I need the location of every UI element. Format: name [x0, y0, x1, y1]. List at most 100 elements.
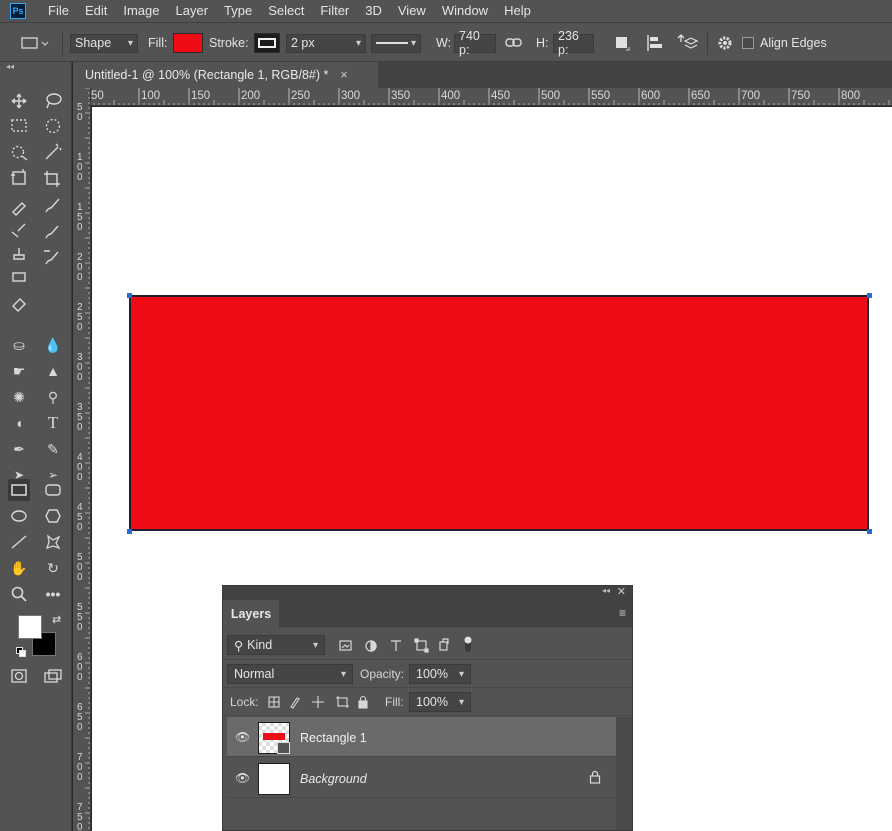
opacity-value: 100%: [416, 667, 448, 681]
ruler-label: 300: [341, 90, 360, 102]
layers-scrollbar[interactable]: [616, 717, 632, 830]
stroke-label: Stroke:: [209, 36, 249, 50]
path-operations-button[interactable]: [612, 33, 632, 53]
foreground-color-swatch[interactable]: [18, 615, 42, 639]
sponge-tool[interactable]: ✺: [8, 386, 30, 408]
settings-button[interactable]: [716, 33, 734, 53]
path-alignment-icon: [647, 35, 662, 51]
close-panel-icon[interactable]: ✕: [617, 585, 626, 598]
menu-3d[interactable]: 3D: [357, 0, 390, 22]
kind-filter-select[interactable]: ⚲ Kind ▾: [227, 635, 325, 655]
layer-row-rectangle-1[interactable]: 👁 Rectangle 1: [227, 717, 616, 757]
transform-handle[interactable]: [127, 293, 132, 298]
stroke-type-select[interactable]: ▾: [371, 33, 421, 53]
stroke-width-field[interactable]: 2 px ▾: [286, 33, 366, 53]
dodge-tool[interactable]: ⚲: [42, 386, 64, 408]
collapse-panel-icon[interactable]: ◂◂: [602, 586, 610, 595]
hand-tool[interactable]: ✋: [8, 557, 30, 579]
zoom-tool[interactable]: [8, 583, 30, 605]
ruler-label: 50: [91, 90, 104, 102]
more-tools-button[interactable]: •••: [42, 583, 64, 605]
document-tab[interactable]: Untitled-1 @ 100% (Rectangle 1, RGB/8#) …: [73, 62, 378, 88]
stroke-icon: [254, 33, 280, 53]
filter-toggle[interactable]: [463, 634, 473, 654]
menu-window[interactable]: Window: [434, 0, 496, 22]
ruler-label: 450: [77, 502, 83, 533]
gear-icon: [718, 36, 732, 50]
pen-icon: ✒: [13, 440, 25, 457]
transform-handle[interactable]: [867, 293, 872, 298]
ruler-label: 750: [791, 90, 810, 102]
ellipse-tool[interactable]: [8, 505, 30, 527]
blur-tool[interactable]: 💧: [42, 334, 64, 356]
fill-field[interactable]: 100% ▾: [409, 692, 471, 712]
height-field[interactable]: 236 p:: [553, 29, 594, 57]
menu-view[interactable]: View: [390, 0, 434, 22]
align-edges-label: Align Edges: [760, 36, 827, 50]
link-dimensions-button[interactable]: [505, 33, 523, 53]
curvature-pen-tool[interactable]: ✎: [42, 438, 64, 460]
visibility-eye-icon[interactable]: 👁: [235, 771, 250, 785]
pen-tool[interactable]: ✒: [8, 438, 30, 460]
polygon-tool[interactable]: [42, 505, 64, 527]
ruler-label: 500: [77, 552, 83, 583]
burn-tool[interactable]: ◖: [8, 412, 30, 434]
screen-mode-button[interactable]: [42, 665, 64, 687]
menu-file[interactable]: File: [40, 0, 77, 22]
tool-preset-picker[interactable]: [20, 33, 50, 53]
tab-layers[interactable]: Layers: [223, 600, 279, 627]
rectangle-shape[interactable]: [129, 295, 869, 531]
filter-icons: [339, 638, 449, 653]
fill-swatch[interactable]: [173, 33, 203, 53]
polygon-icon: [45, 509, 61, 523]
link-icon: [505, 38, 522, 47]
ruler-label: 350: [77, 402, 83, 433]
close-tab-icon[interactable]: ×: [340, 68, 347, 82]
triangle-icon: ▲: [46, 363, 60, 379]
rotate-view-tool[interactable]: ↻: [42, 557, 64, 579]
transform-handle[interactable]: [127, 529, 132, 534]
menu-layer[interactable]: Layer: [168, 0, 217, 22]
swap-colors-icon[interactable]: ⇄: [52, 613, 61, 626]
document-title: Untitled-1 @ 100% (Rectangle 1, RGB/8#) …: [85, 68, 329, 82]
ruler-label: 650: [77, 702, 83, 733]
path-selection-tool[interactable]: ➤: [8, 464, 30, 486]
paint-bucket-tool[interactable]: ⛀: [8, 334, 30, 356]
layer-row-background[interactable]: 👁 Background: [227, 758, 616, 798]
smudge-tool[interactable]: ☛: [8, 360, 30, 382]
separator: [707, 31, 708, 55]
kind-value: Kind: [247, 638, 273, 652]
custom-shape-tool[interactable]: [42, 531, 64, 553]
menu-select[interactable]: Select: [260, 0, 312, 22]
separator: [62, 31, 63, 55]
visibility-eye-icon[interactable]: 👁: [235, 730, 250, 744]
path-alignment-button[interactable]: [645, 33, 665, 53]
height-value: 236 p:: [558, 29, 579, 57]
layer-thumbnail: [258, 722, 290, 754]
menu-edit[interactable]: Edit: [77, 0, 115, 22]
quick-mask-button[interactable]: [8, 665, 30, 687]
sharpen-tool[interactable]: ▲: [42, 360, 64, 382]
default-colors-icon[interactable]: [16, 647, 26, 657]
direct-selection-tool[interactable]: ➢: [42, 464, 64, 486]
options-bar: Shape ▾ Fill: Stroke: 2 px ▾ ▾ W: 740 p:: [0, 22, 892, 62]
menu-type[interactable]: Type: [216, 0, 260, 22]
mode-select[interactable]: Shape ▾: [70, 33, 138, 53]
menu-filter[interactable]: Filter: [312, 0, 357, 22]
lock-icons: [268, 695, 368, 709]
rectangle-tool-preset-icon: [21, 37, 49, 49]
checkbox-icon: [742, 37, 754, 49]
path-arrangement-button[interactable]: [677, 33, 699, 53]
width-field[interactable]: 740 p:: [454, 29, 496, 57]
panel-menu-icon[interactable]: ≡: [619, 606, 626, 620]
blend-mode-select[interactable]: Normal ▾: [227, 664, 353, 684]
menu-image[interactable]: Image: [115, 0, 167, 22]
chevron-down-icon: ▾: [312, 639, 318, 651]
menu-help[interactable]: Help: [496, 0, 539, 22]
opacity-field[interactable]: 100% ▾: [409, 664, 471, 684]
stroke-swatch[interactable]: [254, 33, 280, 53]
transform-handle[interactable]: [867, 529, 872, 534]
align-edges-checkbox[interactable]: Align Edges: [742, 33, 827, 53]
line-tool[interactable]: [8, 531, 30, 553]
type-tool[interactable]: T: [42, 412, 64, 434]
